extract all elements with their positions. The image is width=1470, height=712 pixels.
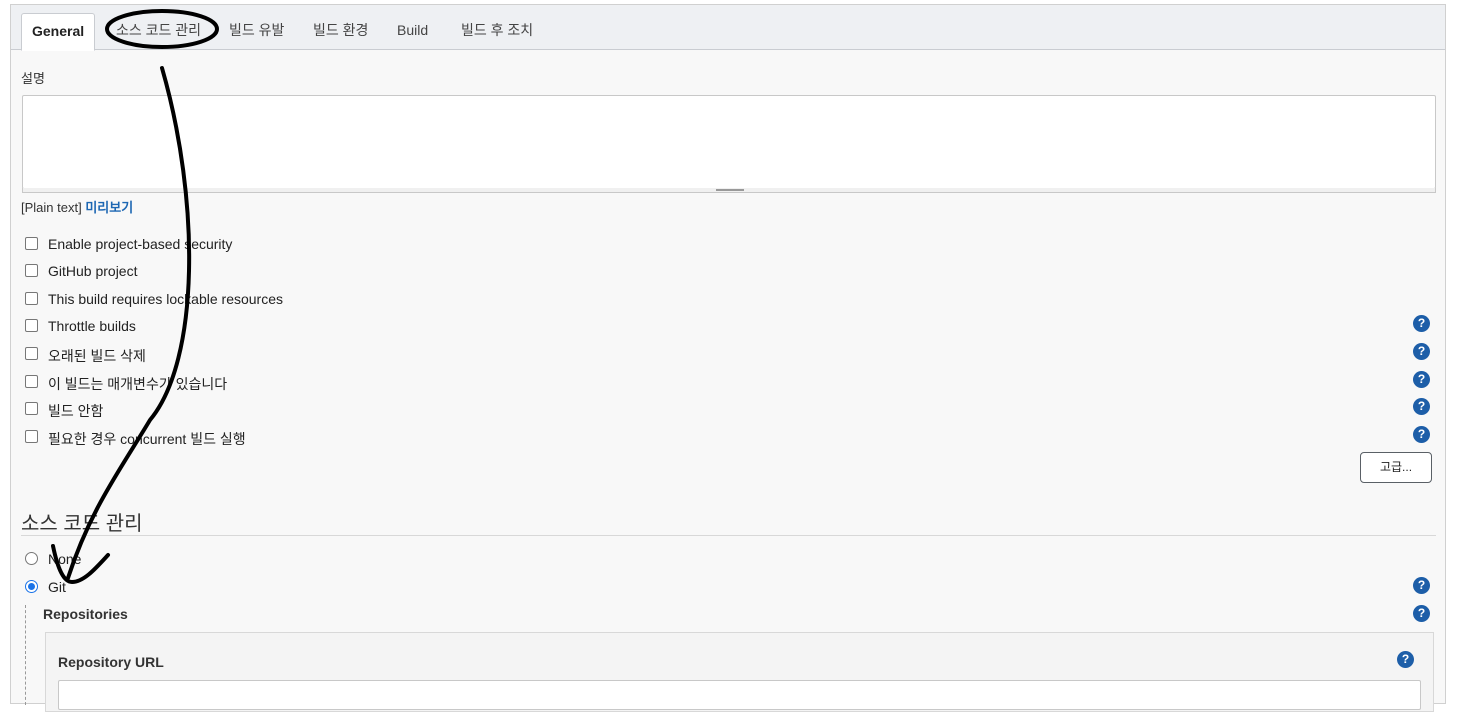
advanced-button[interactable]: 고급... xyxy=(1360,452,1432,483)
config-tab-bar: General 소스 코드 관리 빌드 유발 빌드 환경 Build 빌드 후 … xyxy=(11,5,1445,51)
checkbox[interactable] xyxy=(25,264,38,277)
help-icon[interactable]: ? xyxy=(1413,426,1430,443)
option-label: 빌드 안함 xyxy=(48,403,104,419)
tab-build-triggers[interactable]: 빌드 유발 xyxy=(219,13,294,50)
option-label: Throttle builds xyxy=(48,318,136,334)
description-label: 설명 xyxy=(21,71,45,86)
checkbox[interactable] xyxy=(25,292,38,305)
tab-general[interactable]: General xyxy=(21,13,96,51)
tab-build-environment[interactable]: 빌드 환경 xyxy=(303,13,378,50)
option-label: 이 빌드는 매개변수가 있습니다 xyxy=(48,376,228,392)
option-label: 오래된 빌드 삭제 xyxy=(48,348,146,364)
preview-link[interactable]: 미리보기 xyxy=(85,200,133,215)
help-icon[interactable]: ? xyxy=(1413,371,1430,388)
help-icon[interactable]: ? xyxy=(1397,651,1414,668)
job-config-panel: General 소스 코드 관리 빌드 유발 빌드 환경 Build 빌드 후 … xyxy=(10,4,1446,712)
help-icon[interactable]: ? xyxy=(1413,343,1430,360)
repository-url-label: Repository URL xyxy=(58,654,164,670)
nested-section-guide xyxy=(25,605,26,705)
option-label: Enable project-based security xyxy=(48,236,233,252)
help-icon[interactable]: ? xyxy=(1413,398,1430,415)
radio-button[interactable] xyxy=(25,580,38,593)
checkbox[interactable] xyxy=(25,347,38,360)
description-resize-grip[interactable] xyxy=(22,188,1436,193)
repository-url-input[interactable] xyxy=(58,680,1421,710)
help-icon[interactable]: ? xyxy=(1413,577,1430,594)
scm-option-label: None xyxy=(48,551,82,567)
description-format-line: [Plain text] 미리보기 xyxy=(21,197,133,216)
checkbox[interactable] xyxy=(25,237,38,250)
scm-option-label: Git xyxy=(48,579,66,595)
option-label: 필요한 경우 concurrent 빌드 실행 xyxy=(48,431,246,447)
checkbox[interactable] xyxy=(25,319,38,332)
description-textarea[interactable] xyxy=(22,95,1436,189)
tab-post-build-actions[interactable]: 빌드 후 조치 xyxy=(451,13,543,50)
format-indicator: [Plain text] xyxy=(21,200,82,215)
tab-build[interactable]: Build xyxy=(387,13,438,50)
tab-source-code-management[interactable]: 소스 코드 관리 xyxy=(106,13,211,50)
scm-section-title: 소스 코드 관리 xyxy=(21,513,143,535)
section-divider xyxy=(21,535,1436,536)
option-label: This build requires lockable resources xyxy=(48,291,283,307)
checkbox[interactable] xyxy=(25,430,38,443)
help-icon[interactable]: ? xyxy=(1413,315,1430,332)
checkbox[interactable] xyxy=(25,375,38,388)
help-icon[interactable]: ? xyxy=(1413,605,1430,622)
option-label: GitHub project xyxy=(48,263,138,279)
repositories-label: Repositories xyxy=(43,606,128,622)
radio-button[interactable] xyxy=(25,552,38,565)
grip-mark xyxy=(716,189,744,191)
checkbox[interactable] xyxy=(25,402,38,415)
